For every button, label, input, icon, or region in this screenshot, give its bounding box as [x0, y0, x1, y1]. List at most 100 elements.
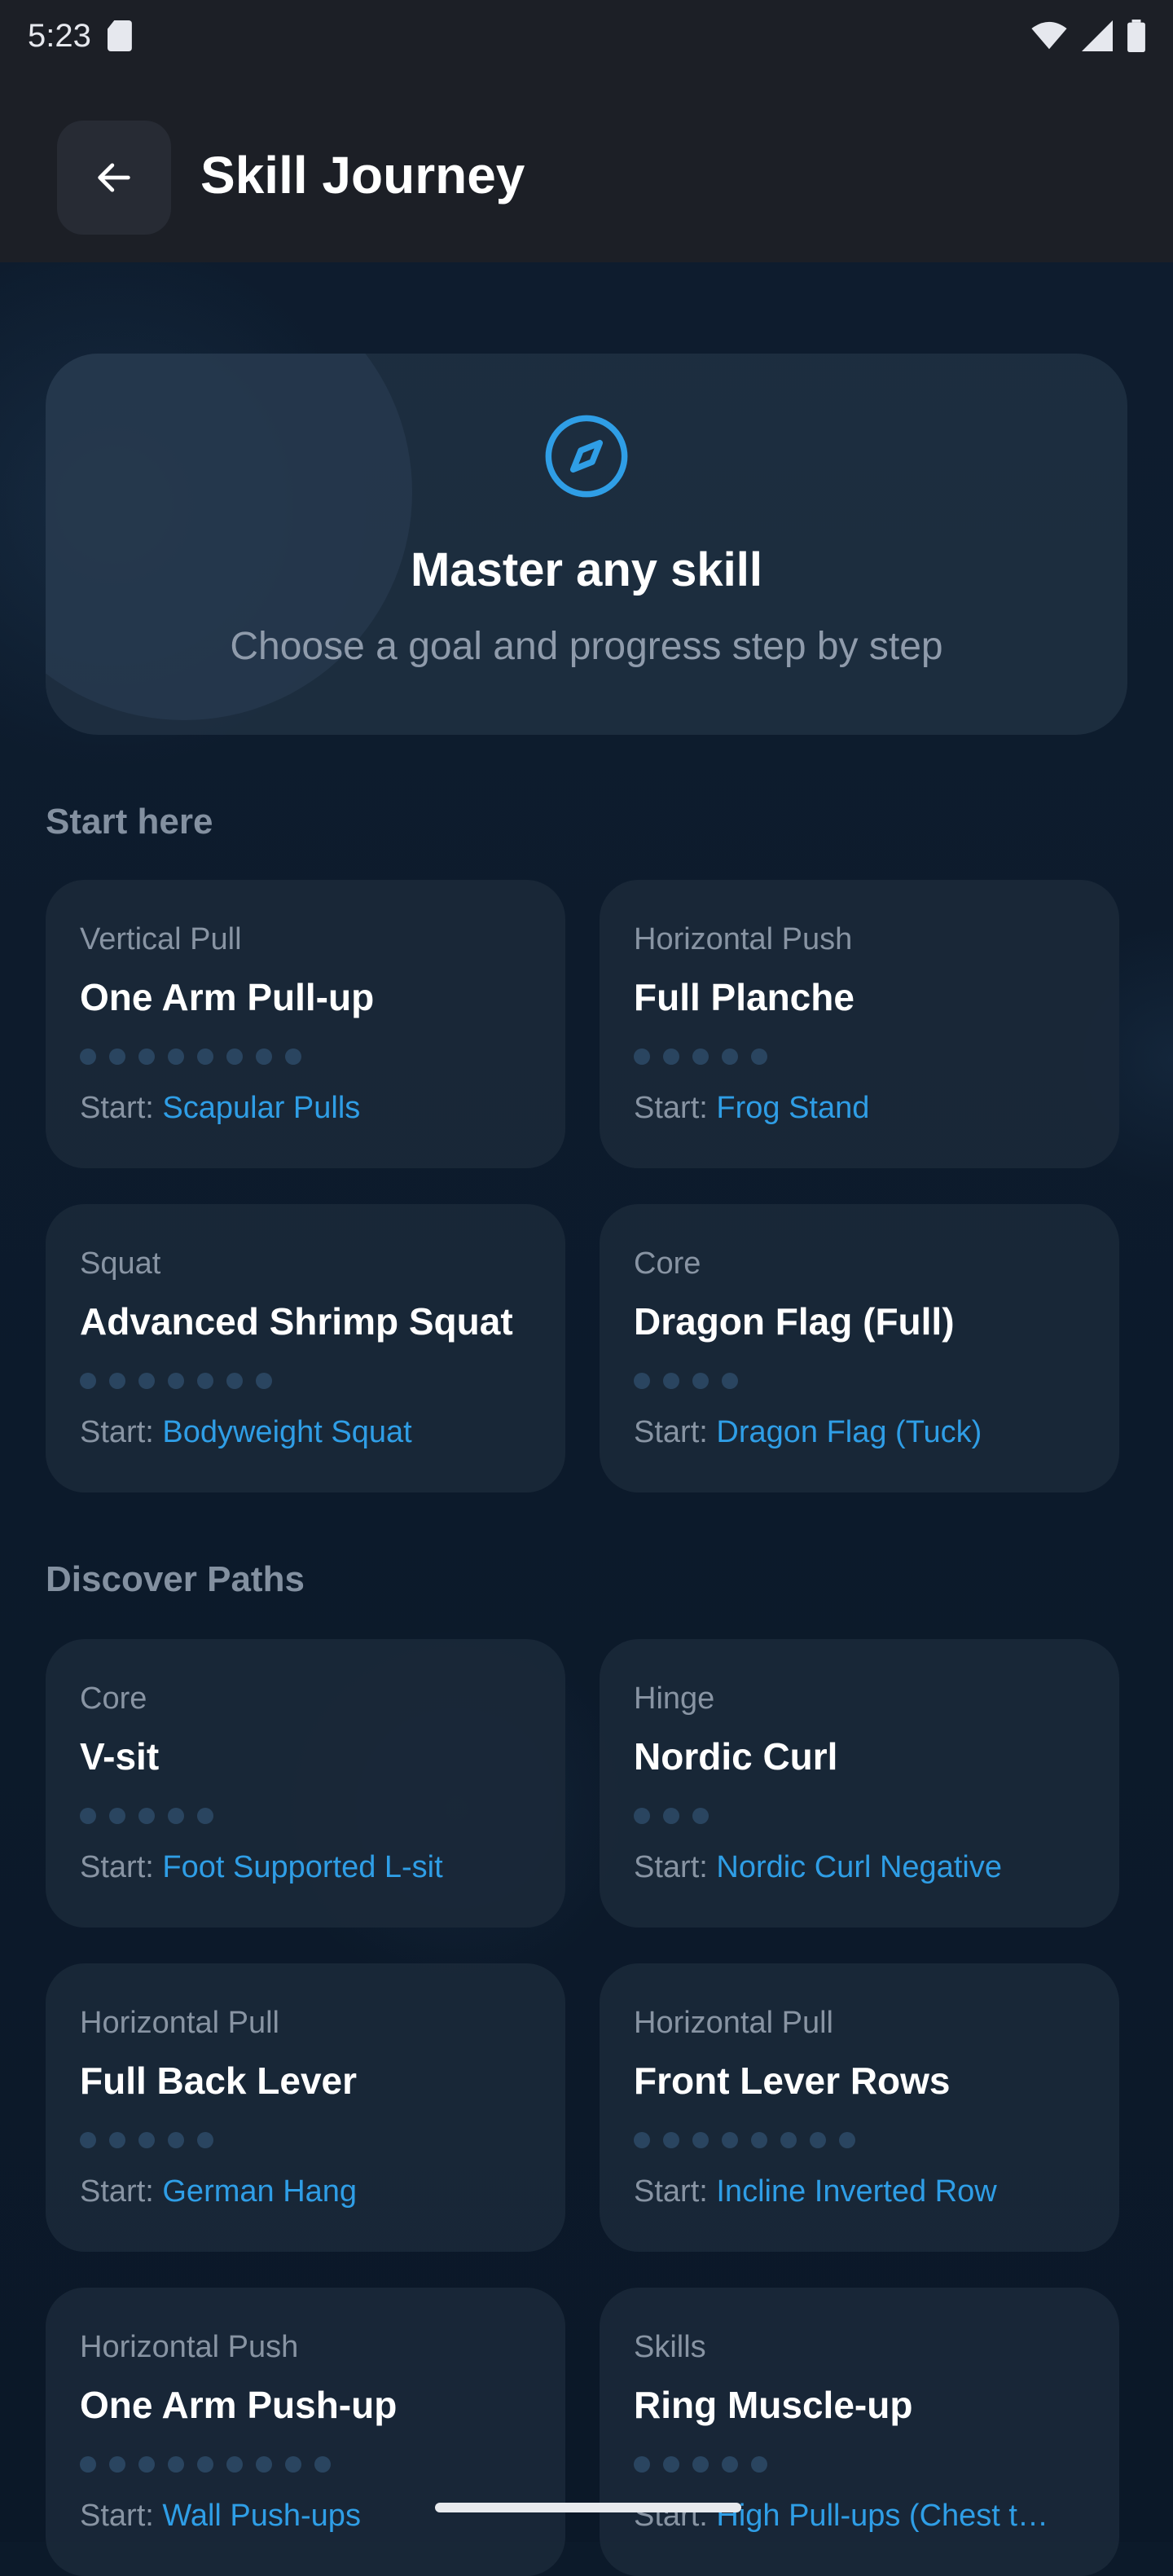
progress-dot — [168, 1373, 184, 1389]
progress-dots — [80, 1808, 531, 1824]
progress-dot — [285, 1048, 301, 1065]
skill-category: Horizontal Pull — [634, 2006, 833, 2040]
progress-dot — [722, 1048, 738, 1065]
skill-name: Full Planche — [634, 976, 854, 1018]
skill-category: Core — [80, 1681, 147, 1716]
skill-category: Skills — [634, 2330, 706, 2364]
progress-dot — [634, 2456, 650, 2473]
skill-name: Front Lever Rows — [634, 2059, 951, 2102]
skill-name: Ring Muscle-up — [634, 2384, 913, 2426]
skill-card-full-planche[interactable]: Horizontal Push Full Planche Start: Frog… — [600, 880, 1119, 1168]
progress-dot — [80, 2132, 96, 2148]
progress-dots — [80, 2132, 531, 2148]
skill-card-v-sit[interactable]: Core V-sit Start: Foot Supported L-sit — [46, 1639, 565, 1928]
start-value: Incline Inverted Row — [716, 2174, 997, 2209]
skill-card-one-arm-push-up[interactable]: Horizontal Push One Arm Push-up Start: W… — [46, 2288, 565, 2576]
progress-dot — [722, 2132, 738, 2148]
progress-dot — [256, 1373, 272, 1389]
progress-dots — [634, 2132, 1085, 2148]
skill-card-nordic-curl[interactable]: Hinge Nordic Curl Start: Nordic Curl Neg… — [600, 1639, 1119, 1928]
battery-icon — [1127, 20, 1145, 52]
progress-dot — [168, 2132, 184, 2148]
start-label: Start: — [80, 1850, 163, 1884]
skill-card-advanced-shrimp-squat[interactable]: Squat Advanced Shrimp Squat Start: Bodyw… — [46, 1204, 565, 1492]
progress-dot — [751, 2132, 767, 2148]
start-step: Start: German Hang — [80, 2174, 531, 2209]
progress-dot — [168, 1048, 184, 1065]
start-value: Foot Supported L-sit — [162, 1850, 443, 1884]
progress-dot — [663, 1808, 679, 1824]
progress-dot — [256, 1048, 272, 1065]
progress-dot — [810, 2132, 826, 2148]
skill-card-front-lever-rows[interactable]: Horizontal Pull Front Lever Rows Start: … — [600, 1963, 1119, 2252]
progress-dot — [692, 2456, 709, 2473]
start-label: Start: — [634, 1415, 717, 1449]
skill-category: Squat — [80, 1246, 161, 1281]
progress-dot — [839, 2132, 855, 2148]
start-label: Start: — [80, 2174, 163, 2209]
start-label: Start: — [634, 1850, 717, 1884]
skill-category: Core — [634, 1246, 701, 1281]
start-step: Start: Nordic Curl Negative — [634, 1850, 1085, 1885]
progress-dot — [138, 2132, 155, 2148]
progress-dot — [751, 1048, 767, 1065]
skill-category: Horizontal Push — [80, 2330, 299, 2364]
status-bar: 5:23 — [0, 0, 1173, 72]
start-value: Scapular Pulls — [162, 1091, 361, 1125]
progress-dot — [138, 1808, 155, 1824]
progress-dot — [109, 1808, 125, 1824]
home-indicator[interactable] — [435, 2503, 741, 2512]
progress-dot — [197, 1373, 213, 1389]
progress-dot — [80, 2456, 96, 2473]
progress-dots — [634, 1808, 1085, 1824]
progress-dot — [780, 2132, 797, 2148]
status-right — [1031, 20, 1145, 52]
progress-dots — [80, 1373, 531, 1389]
section-title-start-here: Start here — [46, 802, 213, 842]
progress-dot — [80, 1373, 96, 1389]
compass-icon — [545, 415, 628, 498]
progress-dot — [722, 1373, 738, 1389]
start-value: Wall Push-ups — [162, 2499, 361, 2533]
skill-category: Vertical Pull — [80, 922, 242, 956]
progress-dot — [692, 1808, 709, 1824]
progress-dot — [226, 1048, 243, 1065]
skill-card-full-back-lever[interactable]: Horizontal Pull Full Back Lever Start: G… — [46, 1963, 565, 2252]
skill-name: Nordic Curl — [634, 1735, 838, 1778]
skill-card-one-arm-pull-up[interactable]: Vertical Pull One Arm Pull-up Start: Sca… — [46, 880, 565, 1168]
page-title: Skill Journey — [200, 146, 525, 204]
progress-dot — [751, 2456, 767, 2473]
progress-dots — [634, 1373, 1085, 1389]
status-time: 5:23 — [28, 17, 91, 54]
start-step: Start: Incline Inverted Row — [634, 2174, 1085, 2209]
hero-subtitle: Choose a goal and progress step by step — [230, 625, 943, 668]
progress-dot — [109, 1373, 125, 1389]
progress-dot — [663, 1373, 679, 1389]
progress-dots — [80, 2456, 531, 2473]
progress-dot — [692, 2132, 709, 2148]
progress-dot — [138, 1373, 155, 1389]
progress-dot — [634, 1373, 650, 1389]
progress-dot — [634, 1808, 650, 1824]
start-value: German Hang — [162, 2174, 358, 2209]
progress-dot — [634, 1048, 650, 1065]
section-title-discover-paths: Discover Paths — [46, 1559, 305, 1599]
skill-name: Advanced Shrimp Squat — [80, 1300, 513, 1343]
progress-dot — [197, 1808, 213, 1824]
start-label: Start: — [80, 1091, 163, 1125]
start-value: Bodyweight Squat — [162, 1415, 412, 1449]
progress-dot — [197, 2132, 213, 2148]
progress-dot — [197, 2456, 213, 2473]
signal-icon — [1082, 20, 1113, 51]
skill-card-dragon-flag[interactable]: Core Dragon Flag (Full) Start: Dragon Fl… — [600, 1204, 1119, 1492]
skill-card-ring-muscle-up[interactable]: Skills Ring Muscle-up Start: High Pull-u… — [600, 2288, 1119, 2576]
progress-dot — [109, 2456, 125, 2473]
progress-dot — [692, 1373, 709, 1389]
start-label: Start: — [634, 2174, 717, 2209]
start-label: Start: — [80, 2499, 163, 2533]
back-button[interactable] — [57, 121, 171, 235]
arrow-left-icon — [98, 163, 130, 192]
skill-category: Horizontal Push — [634, 922, 853, 956]
progress-dot — [168, 1808, 184, 1824]
progress-dots — [634, 2456, 1085, 2473]
